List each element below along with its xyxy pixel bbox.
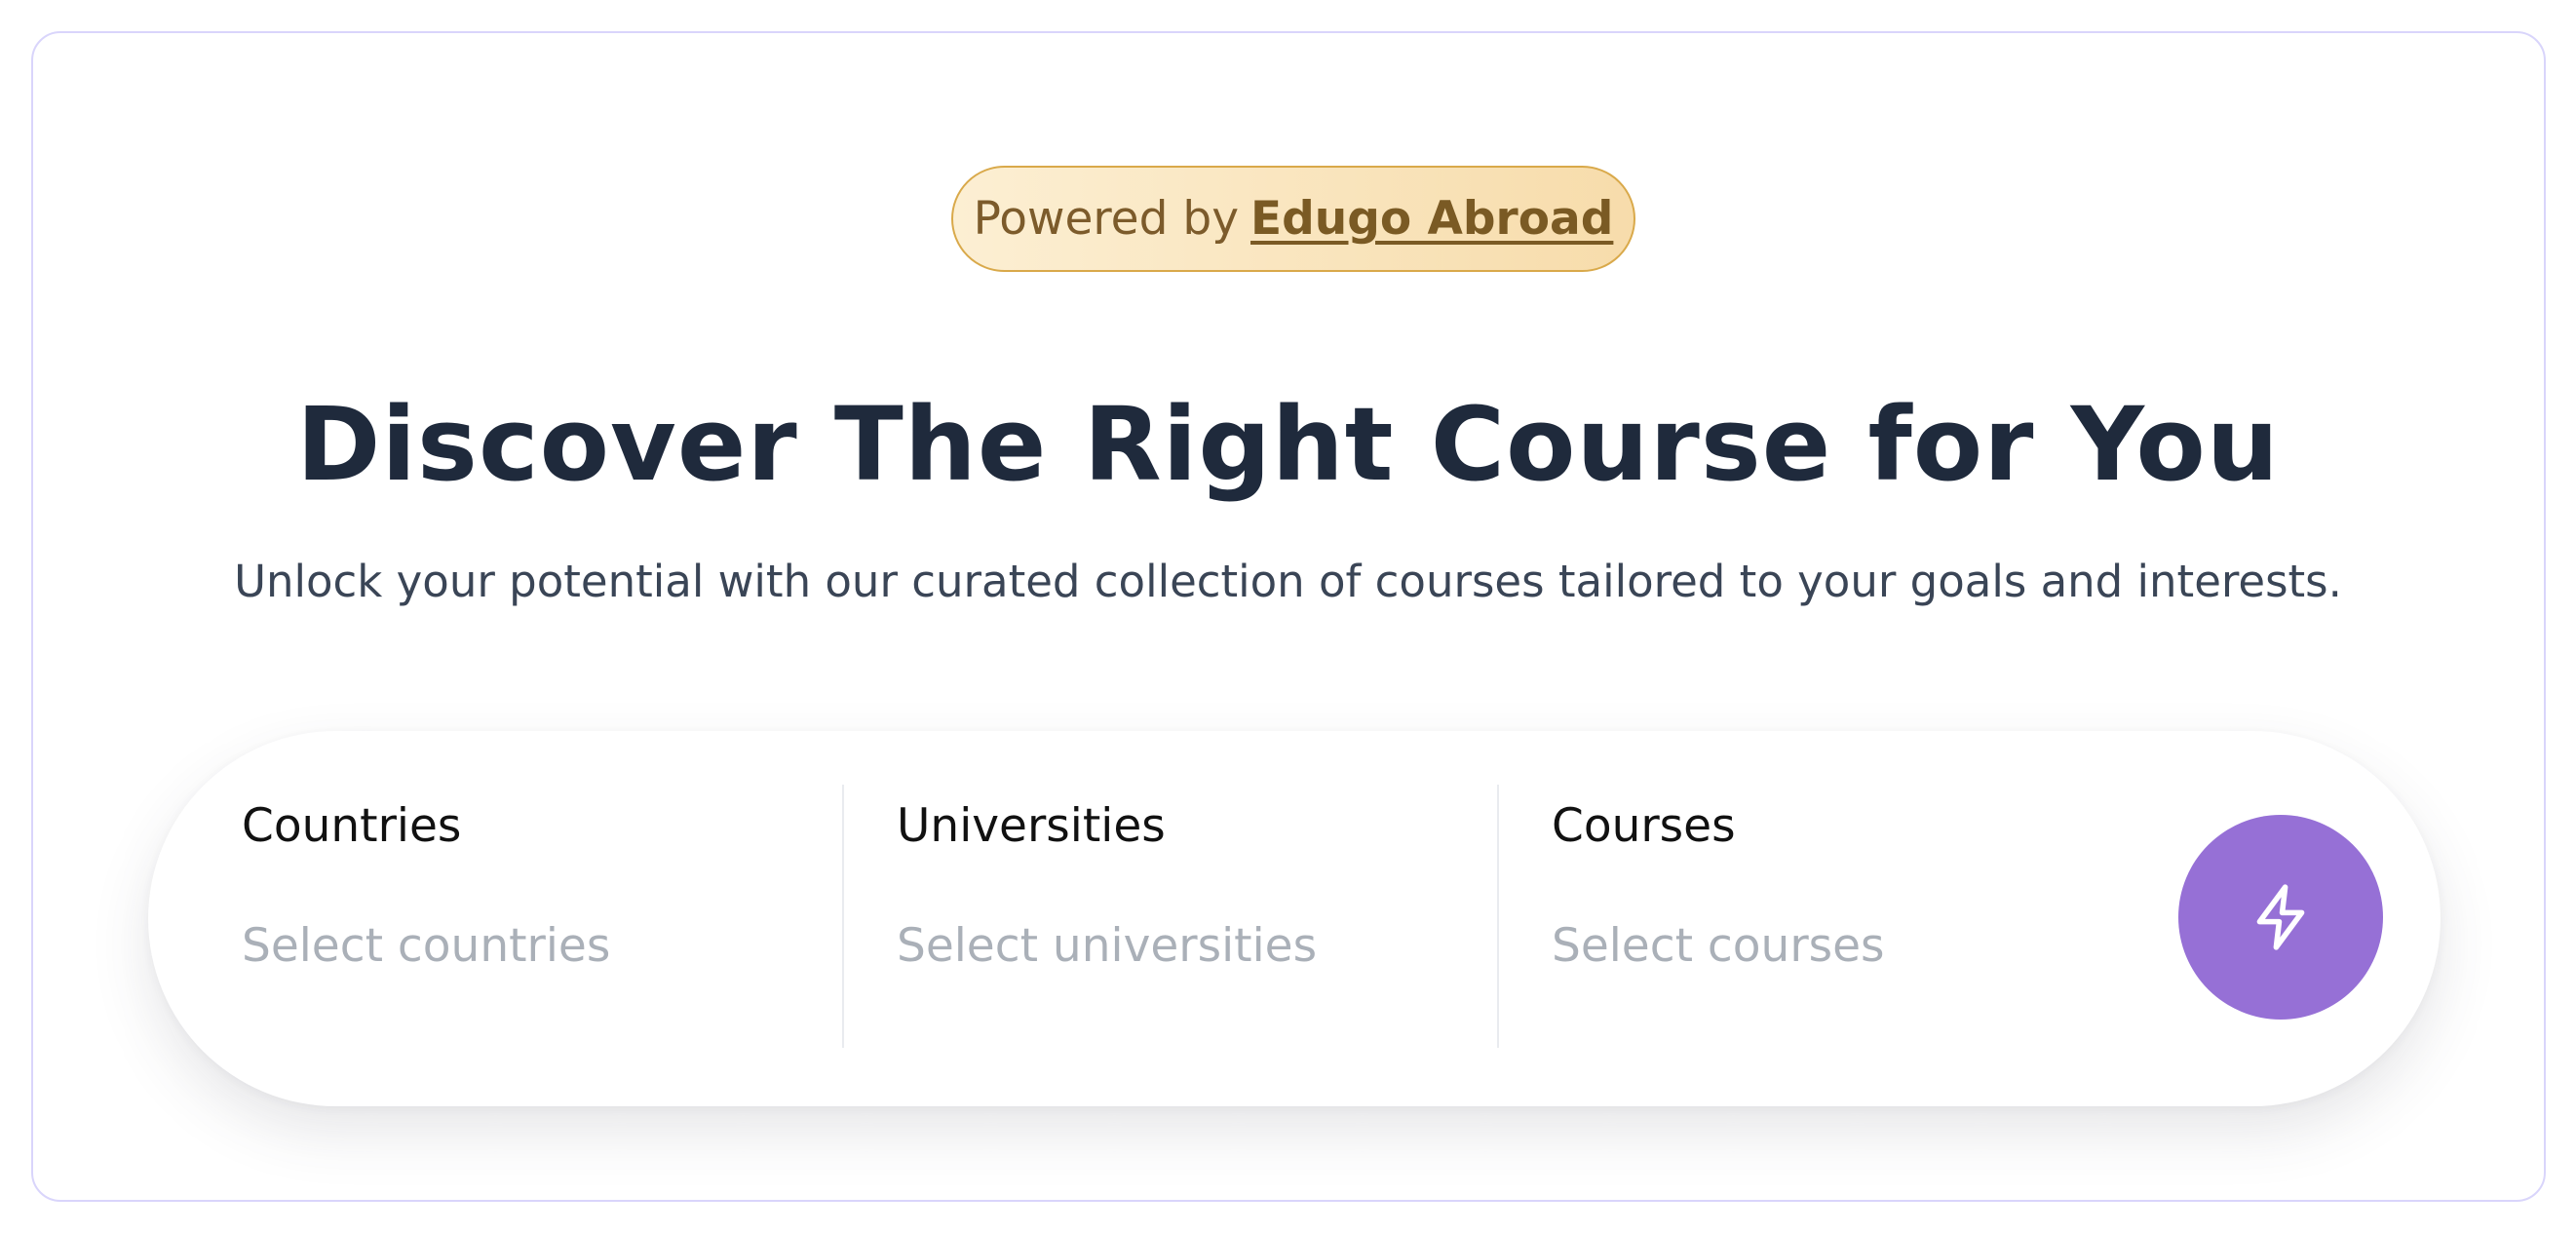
lightning-bolt-icon	[2256, 884, 2305, 950]
brand-link[interactable]: Edugo Abroad	[1250, 192, 1613, 246]
universities-label: Universities	[897, 799, 1166, 853]
countries-select[interactable]: Countries Select countries	[148, 731, 842, 1106]
courses-select[interactable]: Courses Select courses	[1497, 731, 2043, 1106]
countries-placeholder: Select countries	[242, 919, 611, 973]
search-submit-button[interactable]	[2178, 815, 2383, 1020]
countries-label: Countries	[242, 799, 462, 853]
universities-select[interactable]: Universities Select universities	[842, 731, 1497, 1106]
universities-placeholder: Select universities	[897, 919, 1318, 973]
courses-placeholder: Select courses	[1552, 919, 1885, 973]
courses-label: Courses	[1552, 799, 1736, 853]
page-title: Discover The Right Course for You	[296, 385, 2280, 504]
powered-by-badge: Powered by Edugo Abroad	[951, 166, 1635, 272]
powered-by-text: Powered by	[973, 192, 1240, 246]
course-search-bar: Countries Select countries Universities …	[148, 731, 2441, 1106]
page-subtitle: Unlock your potential with our curated c…	[234, 556, 2342, 607]
